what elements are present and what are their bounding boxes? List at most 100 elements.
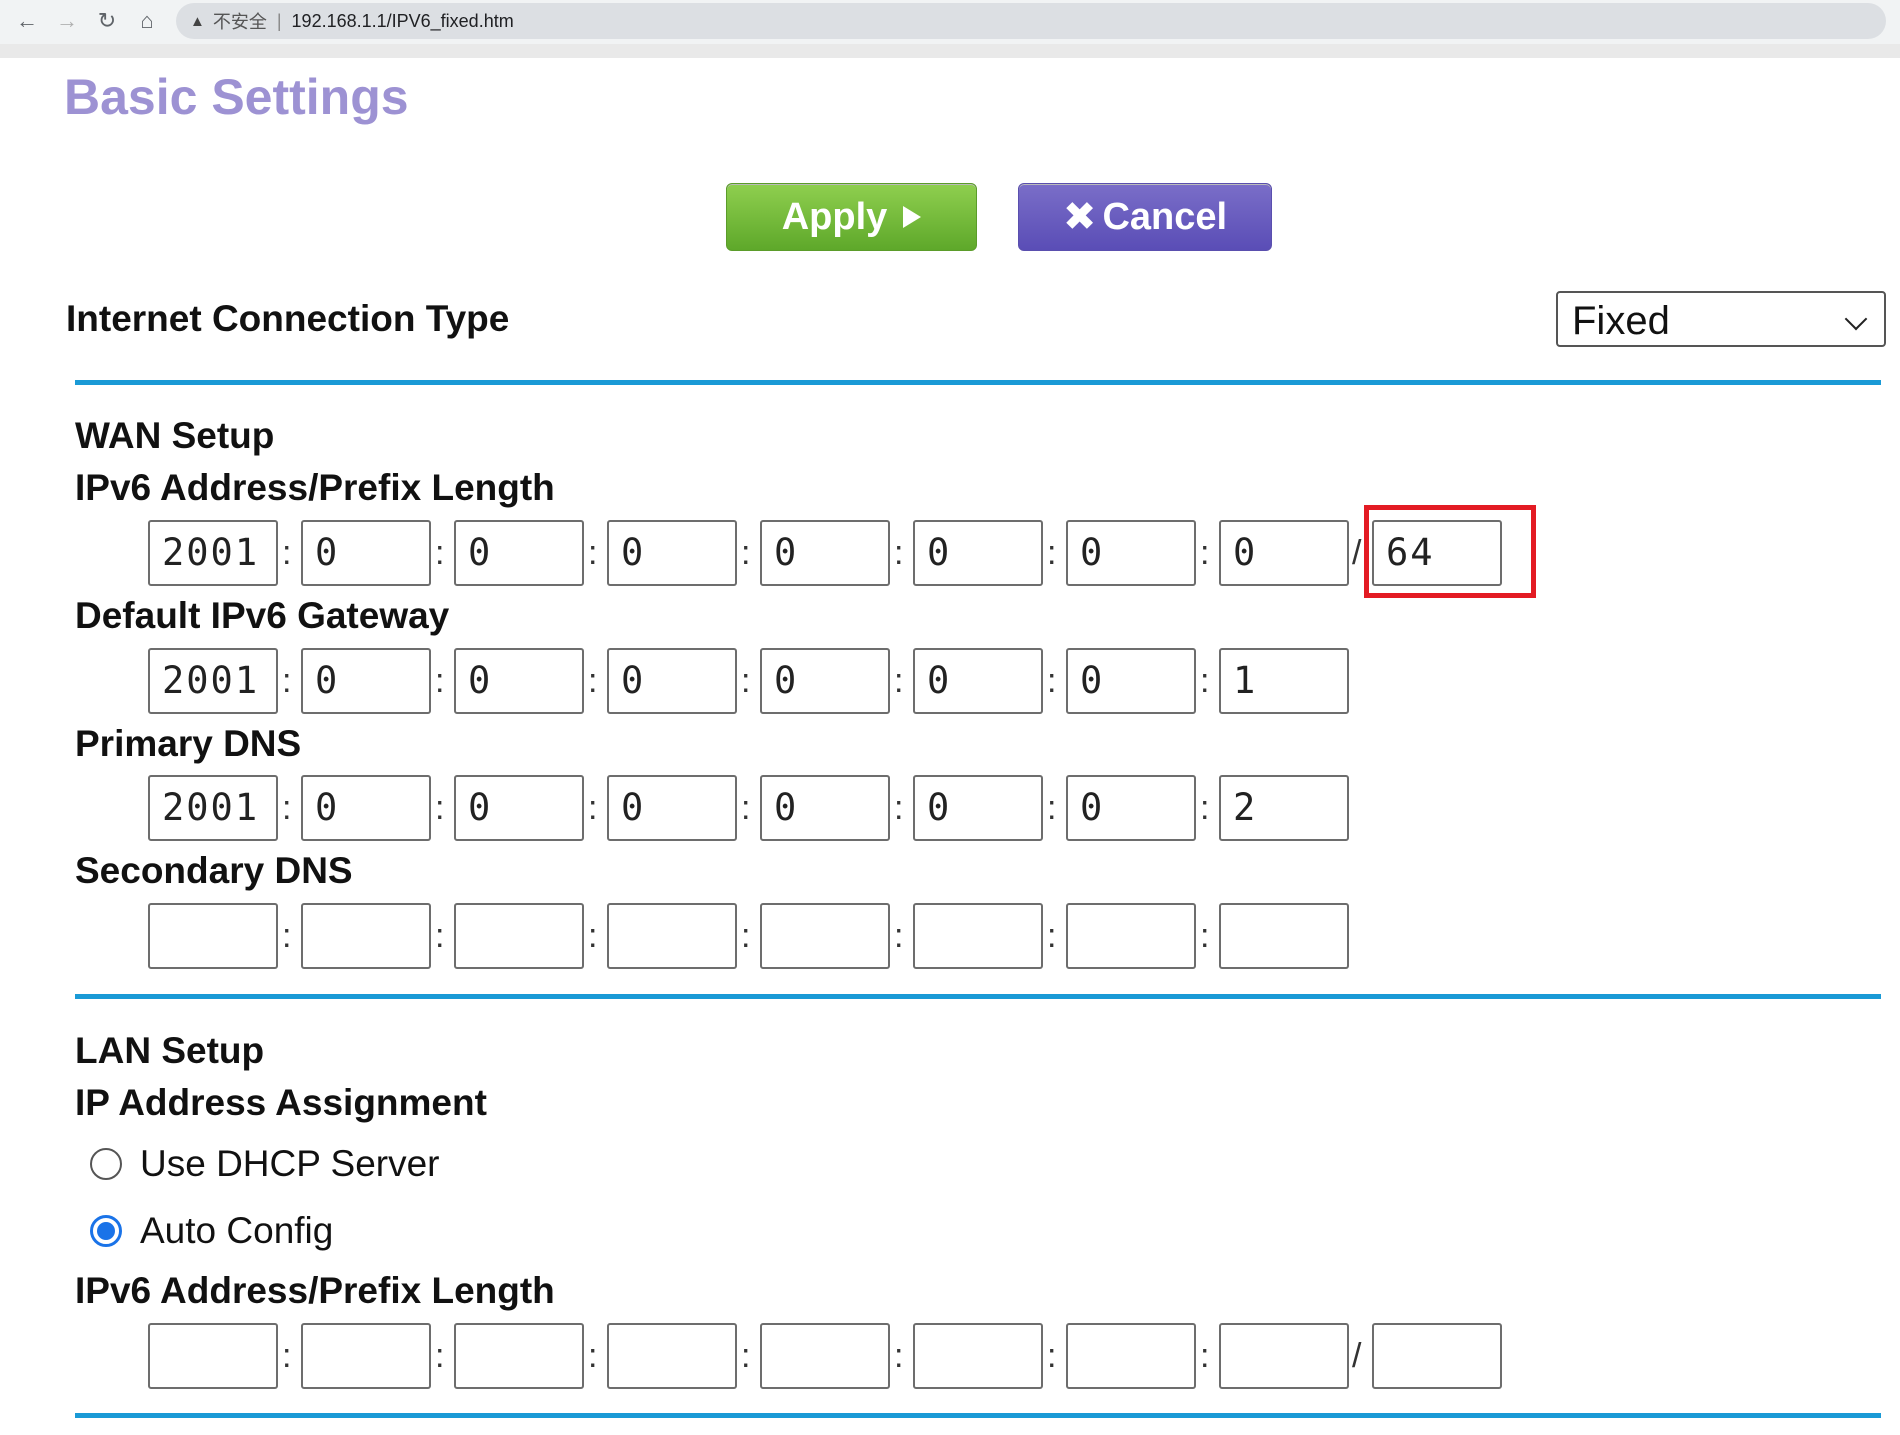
colon-separator: : <box>588 662 598 700</box>
ipv6-segment-input-5[interactable]: 0 <box>760 775 890 841</box>
ipv6-segment-input-4[interactable] <box>607 903 737 969</box>
ipv6-segment-input-3[interactable]: 0 <box>454 520 584 586</box>
ipv6-segment-input-6[interactable]: 0 <box>913 520 1043 586</box>
auto-config-option-label: Auto Config <box>140 1210 334 1251</box>
home-icon[interactable]: ⌂ <box>132 6 162 36</box>
reload-icon[interactable]: ↻ <box>92 6 122 36</box>
colon-separator: : <box>435 917 445 955</box>
ipv6-segment-input-7[interactable] <box>1066 1323 1196 1389</box>
ipv6-segment-input-1[interactable] <box>148 1323 278 1389</box>
colon-separator: : <box>282 662 292 700</box>
ipv6-segment-input-2[interactable] <box>301 1323 431 1389</box>
warning-icon: ▲ <box>190 12 205 30</box>
ipv6-segment-input-3[interactable] <box>454 903 584 969</box>
ipv6-segment-input-1[interactable]: 2001 <box>148 520 278 586</box>
colon-separator: : <box>1200 1337 1210 1375</box>
ipv6-segment-input-2[interactable]: 0 <box>301 648 431 714</box>
close-icon: ✖ <box>1062 195 1097 239</box>
colon-separator: : <box>282 1337 292 1375</box>
ipv6-segment-input-5[interactable]: 0 <box>760 648 890 714</box>
connection-type-select[interactable]: Fixed <box>1556 291 1886 347</box>
section-divider <box>75 1413 1881 1418</box>
divider: | <box>276 10 282 31</box>
ipv6-segment-input-3[interactable]: 0 <box>454 775 584 841</box>
ipv6-segment-input-2[interactable] <box>301 903 431 969</box>
colon-separator: : <box>741 662 751 700</box>
ipv6-segment-input-3[interactable]: 0 <box>454 648 584 714</box>
ipv6-segment-input-8[interactable]: 0 <box>1219 520 1349 586</box>
ipv6-segment-input-6[interactable] <box>913 903 1043 969</box>
ipv6-segment-input-5[interactable]: 0 <box>760 520 890 586</box>
colon-separator: : <box>1047 1337 1057 1375</box>
security-label: 不安全 <box>212 12 267 32</box>
back-arrow-icon[interactable]: ← <box>12 6 42 36</box>
ipv6-segment-input-7[interactable]: 0 <box>1066 775 1196 841</box>
forward-arrow-icon[interactable]: → <box>52 6 82 36</box>
ipv6-segment-input-5[interactable] <box>760 903 890 969</box>
colon-separator: : <box>741 789 751 827</box>
ipv6-segment-input-4[interactable] <box>607 1323 737 1389</box>
ipv6-segment-input-4[interactable]: 0 <box>607 520 737 586</box>
page-title: Basic Settings <box>64 69 409 125</box>
colon-separator: : <box>588 789 598 827</box>
colon-separator: : <box>588 534 598 572</box>
section-divider <box>75 994 1881 999</box>
colon-separator: : <box>894 534 904 572</box>
colon-separator: : <box>741 1337 751 1375</box>
colon-separator: : <box>1047 662 1057 700</box>
colon-separator: : <box>435 662 445 700</box>
ipv6-segment-input-8[interactable] <box>1219 1323 1349 1389</box>
colon-separator: : <box>435 789 445 827</box>
apply-button[interactable]: Apply <box>726 183 977 251</box>
ipv6-segment-input-5[interactable] <box>760 1323 890 1389</box>
auto-config-option[interactable]: Auto Config <box>90 1210 334 1251</box>
play-arrow-icon <box>903 206 922 228</box>
prefix-length-input[interactable] <box>1372 1323 1502 1389</box>
colon-separator: : <box>1200 917 1210 955</box>
ipv6-segment-input-2[interactable]: 0 <box>301 520 431 586</box>
colon-separator: : <box>741 534 751 572</box>
ipv6-segment-input-1[interactable]: 2001 <box>148 775 278 841</box>
toolbar-divider <box>0 44 1900 58</box>
colon-separator: : <box>741 917 751 955</box>
colon-separator: : <box>588 917 598 955</box>
colon-separator: : <box>435 534 445 572</box>
address-bar[interactable]: ▲ 不安全 | 192.168.1.1/IPV6_fixed.htm <box>176 3 1886 39</box>
ipv6-segment-input-8[interactable]: 2 <box>1219 775 1349 841</box>
colon-separator: : <box>1200 789 1210 827</box>
colon-separator: : <box>1047 789 1057 827</box>
connection-type-value: Fixed <box>1572 299 1670 343</box>
lan-address-label: IPv6 Address/Prefix Length <box>75 1270 555 1311</box>
ipv6-segment-input-7[interactable]: 0 <box>1066 648 1196 714</box>
colon-separator: : <box>894 789 904 827</box>
ipv6-segment-input-6[interactable]: 0 <box>913 775 1043 841</box>
chevron-down-icon <box>1844 307 1868 331</box>
apply-label: Apply <box>781 195 888 238</box>
prefix-slash: / <box>1352 1337 1362 1375</box>
cancel-label: Cancel <box>1102 195 1228 238</box>
ipv6-segment-input-3[interactable] <box>454 1323 584 1389</box>
ipv6-segment-input-7[interactable]: 0 <box>1066 520 1196 586</box>
ipv6-segment-input-7[interactable] <box>1066 903 1196 969</box>
ipv6-segment-input-2[interactable]: 0 <box>301 775 431 841</box>
colon-separator: : <box>894 917 904 955</box>
ipv6-segment-input-4[interactable]: 0 <box>607 648 737 714</box>
ipv6-segment-input-4[interactable]: 0 <box>607 775 737 841</box>
gateway-label: Default IPv6 Gateway <box>75 595 450 636</box>
ipv6-segment-input-6[interactable]: 0 <box>913 648 1043 714</box>
cancel-button[interactable]: ✖ Cancel <box>1018 183 1272 251</box>
colon-separator: : <box>588 1337 598 1375</box>
colon-separator: : <box>282 789 292 827</box>
ip-assignment-label: IP Address Assignment <box>75 1082 487 1123</box>
colon-separator: : <box>1047 917 1057 955</box>
connection-type-label: Internet Connection Type <box>66 298 510 339</box>
dhcp-radio[interactable] <box>90 1148 122 1180</box>
dhcp-option[interactable]: Use DHCP Server <box>90 1143 440 1184</box>
ipv6-segment-input-6[interactable] <box>913 1323 1043 1389</box>
ipv6-segment-input-1[interactable]: 2001 <box>148 648 278 714</box>
ipv6-segment-input-8[interactable]: 1 <box>1219 648 1349 714</box>
ipv6-segment-input-8[interactable] <box>1219 903 1349 969</box>
browser-toolbar: ← → ↻ ⌂ ▲ 不安全 | 192.168.1.1/IPV6_fixed.h… <box>0 0 1900 45</box>
ipv6-segment-input-1[interactable] <box>148 903 278 969</box>
auto-config-radio[interactable] <box>90 1215 122 1247</box>
